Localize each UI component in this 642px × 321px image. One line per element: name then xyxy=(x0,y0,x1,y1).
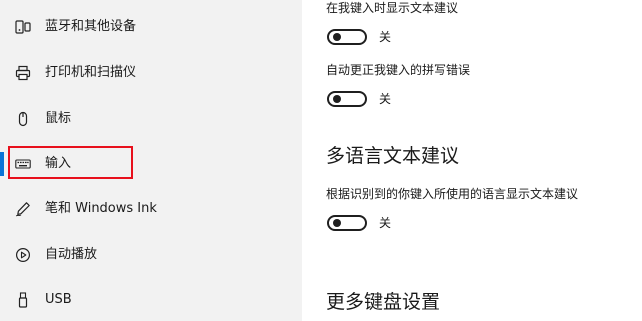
multilingual-suggestions-label: 根据识别到的你键入所使用的语言显示文本建议 xyxy=(326,187,579,201)
sidebar-item-label: USB xyxy=(45,292,72,307)
pen-icon xyxy=(14,200,32,218)
toggle-state-label: 关 xyxy=(379,92,392,106)
sidebar-item-label: 笔和 Windows Ink xyxy=(45,201,157,216)
autoplay-icon xyxy=(14,246,32,264)
autocorrect-label: 自动更正我键入的拼写错误 xyxy=(326,63,471,77)
sidebar-item-mouse[interactable]: 鼠标 xyxy=(0,100,302,140)
sidebar-item-label: 打印机和扫描仪 xyxy=(45,65,137,80)
sidebar-item-pen[interactable]: 笔和 Windows Ink xyxy=(0,190,302,230)
bluetooth-devices-icon xyxy=(14,18,32,36)
show-text-suggestions-label: 在我键入时显示文本建议 xyxy=(326,1,459,15)
toggle-knob xyxy=(333,219,341,227)
sidebar-item-autoplay[interactable]: 自动播放 xyxy=(0,236,302,276)
toggle-knob xyxy=(333,33,341,41)
multilingual-section-title: 多语言文本建议 xyxy=(326,145,460,167)
sidebar-item-usb[interactable]: USB xyxy=(0,281,302,321)
toggle-state-label: 关 xyxy=(379,216,392,230)
more-keyboard-settings-title: 更多键盘设置 xyxy=(326,291,441,313)
autocorrect-toggle[interactable] xyxy=(327,91,367,107)
highlight-box xyxy=(8,146,133,179)
mouse-icon xyxy=(14,110,32,128)
show-text-suggestions-toggle[interactable] xyxy=(327,29,367,45)
sidebar-item-printers[interactable]: 打印机和扫描仪 xyxy=(0,54,302,94)
typing-settings-panel: 在我键入时显示文本建议 关 自动更正我键入的拼写错误 关 多语言文本建议 根据识… xyxy=(302,0,642,321)
sidebar-item-label: 鼠标 xyxy=(45,111,72,126)
toggle-knob xyxy=(333,95,341,103)
printer-icon xyxy=(14,64,32,82)
sidebar-item-label: 蓝牙和其他设备 xyxy=(45,19,137,34)
sidebar: 蓝牙和其他设备 打印机和扫描仪 鼠标 输入 笔和 Windows Ink 自动播… xyxy=(0,0,302,321)
sidebar-item-label: 自动播放 xyxy=(45,247,98,262)
settings-window: 蓝牙和其他设备 打印机和扫描仪 鼠标 输入 笔和 Windows Ink 自动播… xyxy=(0,0,642,321)
multilingual-suggestions-toggle[interactable] xyxy=(327,215,367,231)
toggle-state-label: 关 xyxy=(379,30,392,44)
usb-icon xyxy=(14,291,32,309)
sidebar-item-bluetooth[interactable]: 蓝牙和其他设备 xyxy=(0,8,302,48)
